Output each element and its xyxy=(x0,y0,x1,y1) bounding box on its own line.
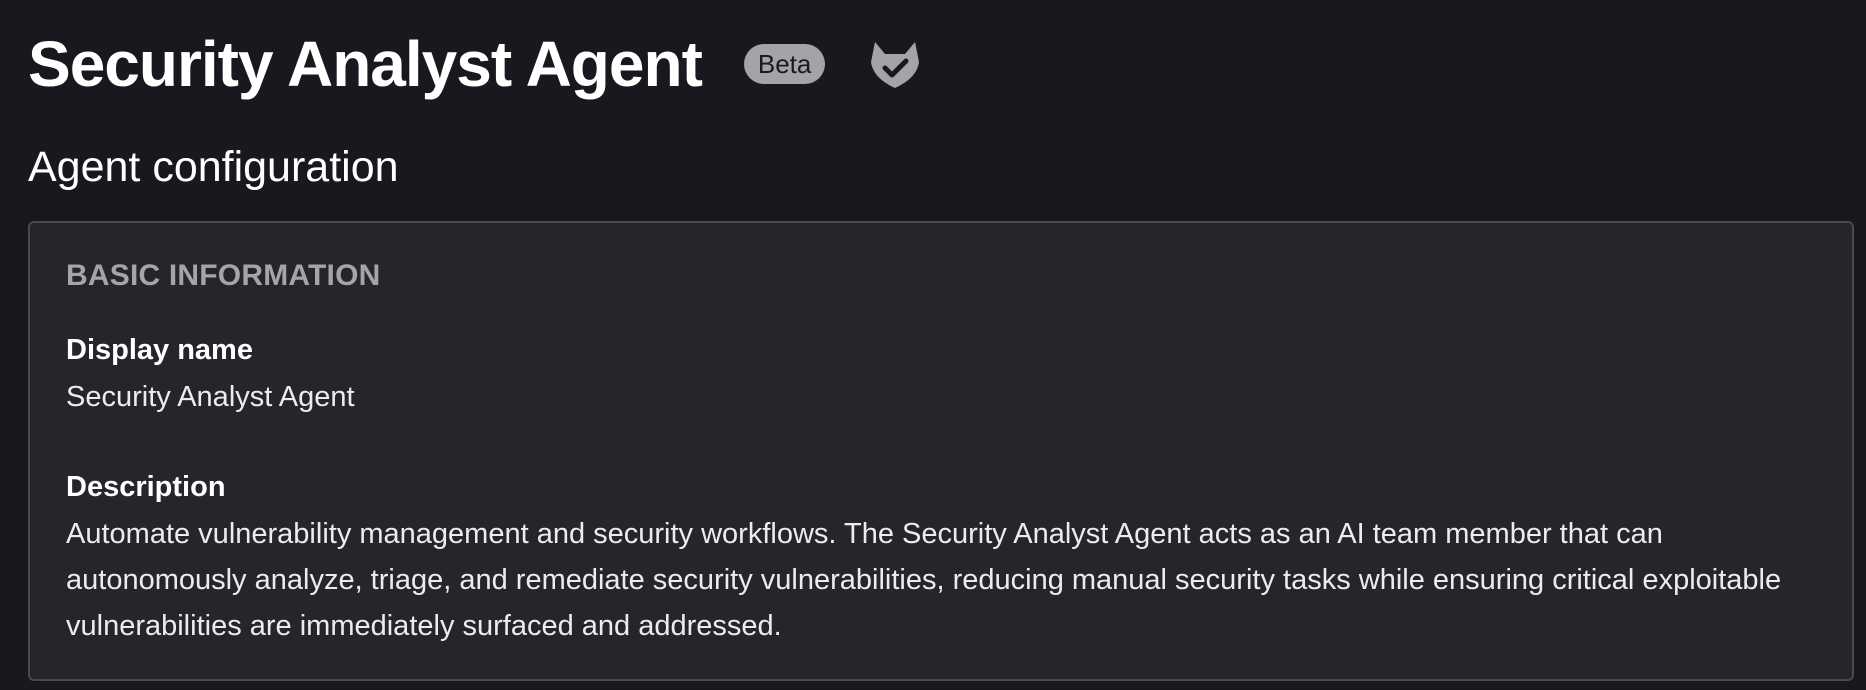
description-value: Automate vulnerability management and se… xyxy=(66,517,1782,642)
card-heading: BASIC INFORMATION xyxy=(66,259,381,292)
page-title: Security Analyst Agent xyxy=(28,28,703,100)
section-title: Agent configuration xyxy=(28,143,399,191)
description-label: Description xyxy=(66,470,226,503)
display-name-field: Display name Security Analyst Agent xyxy=(66,333,1816,420)
display-name-value: Security Analyst Agent xyxy=(66,380,355,413)
description-field: Description Automate vulnerability manag… xyxy=(66,470,1816,649)
page-header: Security Analyst Agent Beta xyxy=(28,0,1838,128)
beta-badge: Beta xyxy=(743,44,826,84)
display-name-label: Display name xyxy=(66,334,253,366)
gitlab-verified-icon xyxy=(867,36,923,92)
basic-information-card: BASIC INFORMATION Display name Security … xyxy=(28,221,1854,681)
agent-page: Security Analyst Agent Beta Agent config… xyxy=(0,0,1866,690)
